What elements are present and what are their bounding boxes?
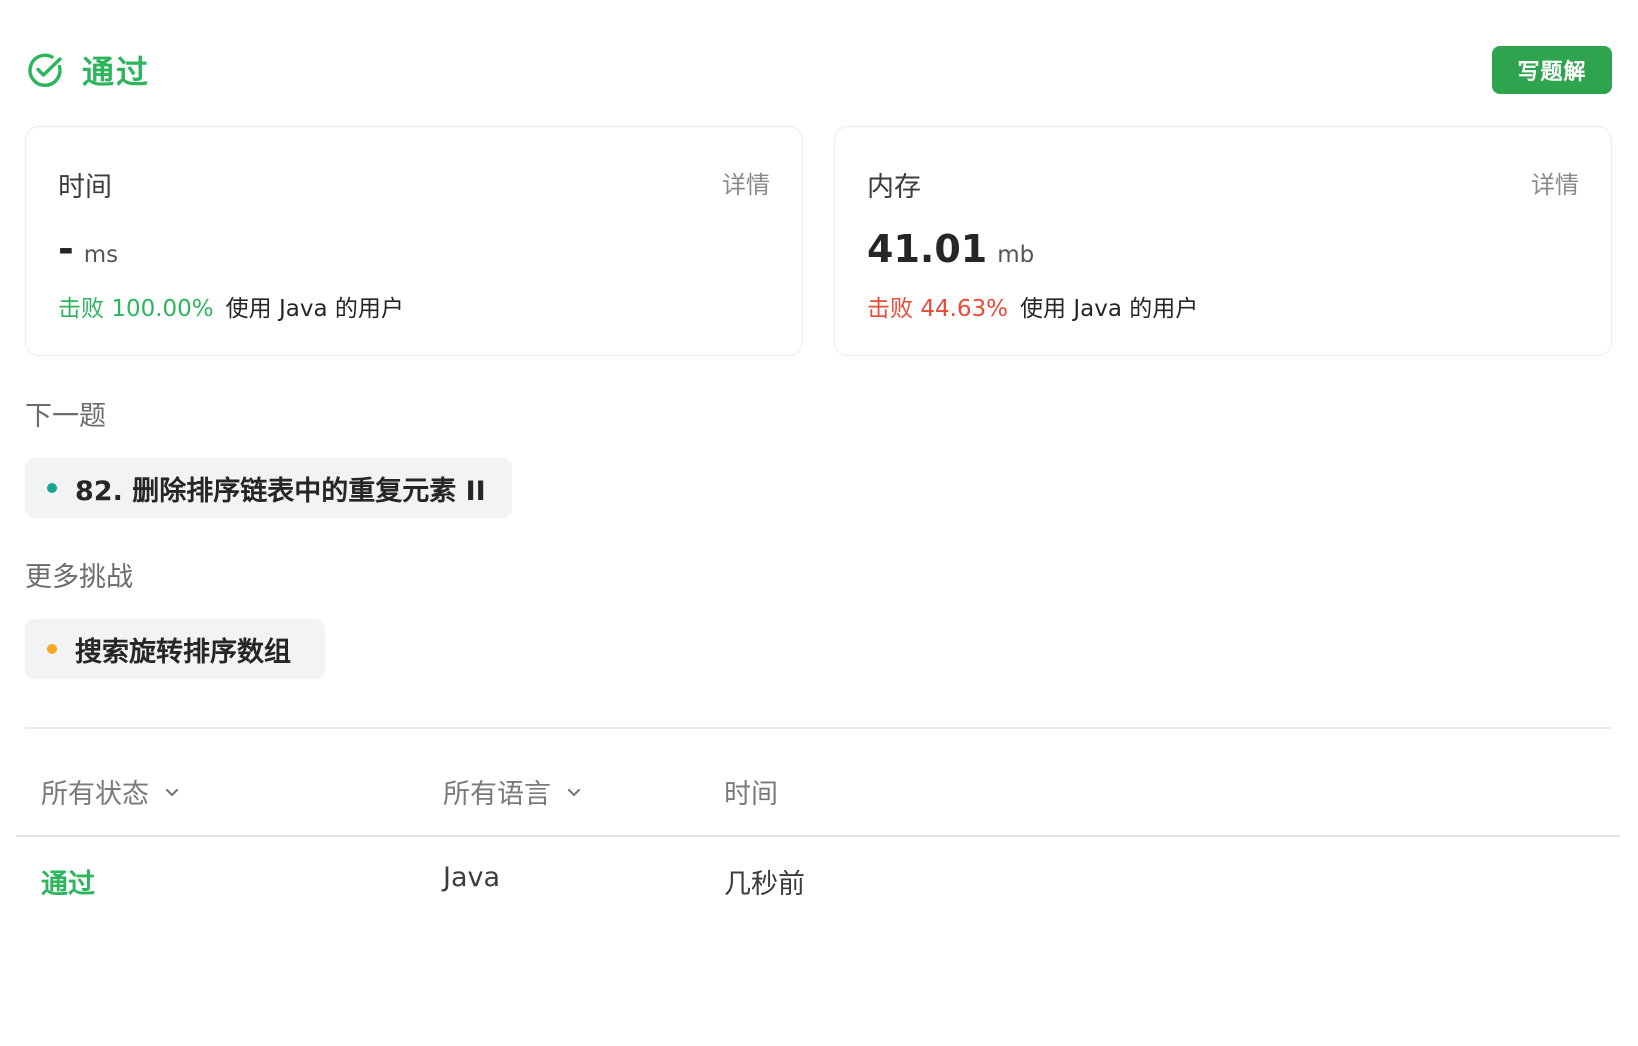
memory-beat-suffix: 使用 Java 的用户 — [1020, 296, 1199, 322]
status-label: 通过 — [82, 53, 151, 91]
language-filter-dropdown[interactable]: 所有语言 — [443, 772, 583, 811]
next-problem-title: 82. 删除排序链表中的重复元素 II — [75, 475, 486, 507]
runtime-beat-prefix: 击败 — [58, 296, 104, 322]
result-header: 通过 写题解 — [26, 44, 1612, 96]
submission-status-link[interactable]: 通过 — [41, 862, 95, 901]
memory-unit: mb — [997, 242, 1035, 268]
section-divider — [25, 727, 1611, 729]
memory-beat-percent: 44.63% — [920, 296, 1009, 322]
language-filter-label: 所有语言 — [443, 779, 551, 810]
time-column-header: 时间 — [724, 772, 778, 811]
runtime-beat-suffix: 使用 Java 的用户 — [225, 296, 404, 322]
memory-number: 41.01 — [867, 227, 988, 271]
next-problem-label: 下一题 — [25, 401, 106, 432]
runtime-title: 时间 — [58, 172, 112, 203]
more-challenges-label: 更多挑战 — [25, 562, 133, 593]
chevron-down-icon — [165, 788, 179, 796]
memory-details-link[interactable]: 详情 — [1531, 165, 1579, 200]
challenge-link[interactable]: 搜索旋转排序数组 — [25, 619, 325, 679]
memory-beat-prefix: 击败 — [867, 296, 913, 322]
memory-card: 内存 详情 41.01 mb 击败 44.63% 使用 Java 的用户 — [834, 126, 1612, 356]
runtime-beat-percent: 100.00% — [111, 296, 214, 322]
memory-beat: 击败 44.63% 使用 Java 的用户 — [867, 289, 1198, 323]
submission-time: 几秒前 — [724, 869, 805, 900]
table-header-divider — [16, 835, 1620, 837]
submission-language: Java — [443, 862, 501, 893]
runtime-beat: 击败 100.00% 使用 Java 的用户 — [58, 289, 404, 323]
runtime-details-link[interactable]: 详情 — [722, 165, 770, 200]
status-filter-label: 所有状态 — [41, 779, 149, 810]
difficulty-dot-icon — [47, 483, 57, 493]
result-status: 通过 — [26, 47, 150, 93]
difficulty-dot-icon — [47, 644, 57, 654]
chevron-down-icon — [567, 788, 581, 796]
write-solution-button[interactable]: 写题解 — [1492, 46, 1612, 94]
runtime-number: - — [58, 227, 74, 271]
memory-title: 内存 — [867, 172, 921, 203]
runtime-value: - ms — [58, 227, 118, 271]
submission-result-panel: 通过 写题解 时间 详情 - ms 击败 100.00% 使用 Java 的用户… — [0, 0, 1638, 1046]
runtime-beat-rate: 击败 100.00% — [58, 289, 214, 323]
runtime-unit: ms — [83, 242, 119, 268]
time-header-label: 时间 — [724, 779, 778, 810]
memory-beat-rate: 击败 44.63% — [867, 289, 1008, 323]
status-filter-dropdown[interactable]: 所有状态 — [41, 772, 181, 811]
check-circle-icon — [28, 53, 62, 87]
runtime-card: 时间 详情 - ms 击败 100.00% 使用 Java 的用户 — [25, 126, 803, 356]
next-problem-link[interactable]: 82. 删除排序链表中的重复元素 II — [25, 458, 512, 518]
challenge-title: 搜索旋转排序数组 — [75, 636, 291, 668]
memory-value: 41.01 mb — [867, 227, 1034, 271]
